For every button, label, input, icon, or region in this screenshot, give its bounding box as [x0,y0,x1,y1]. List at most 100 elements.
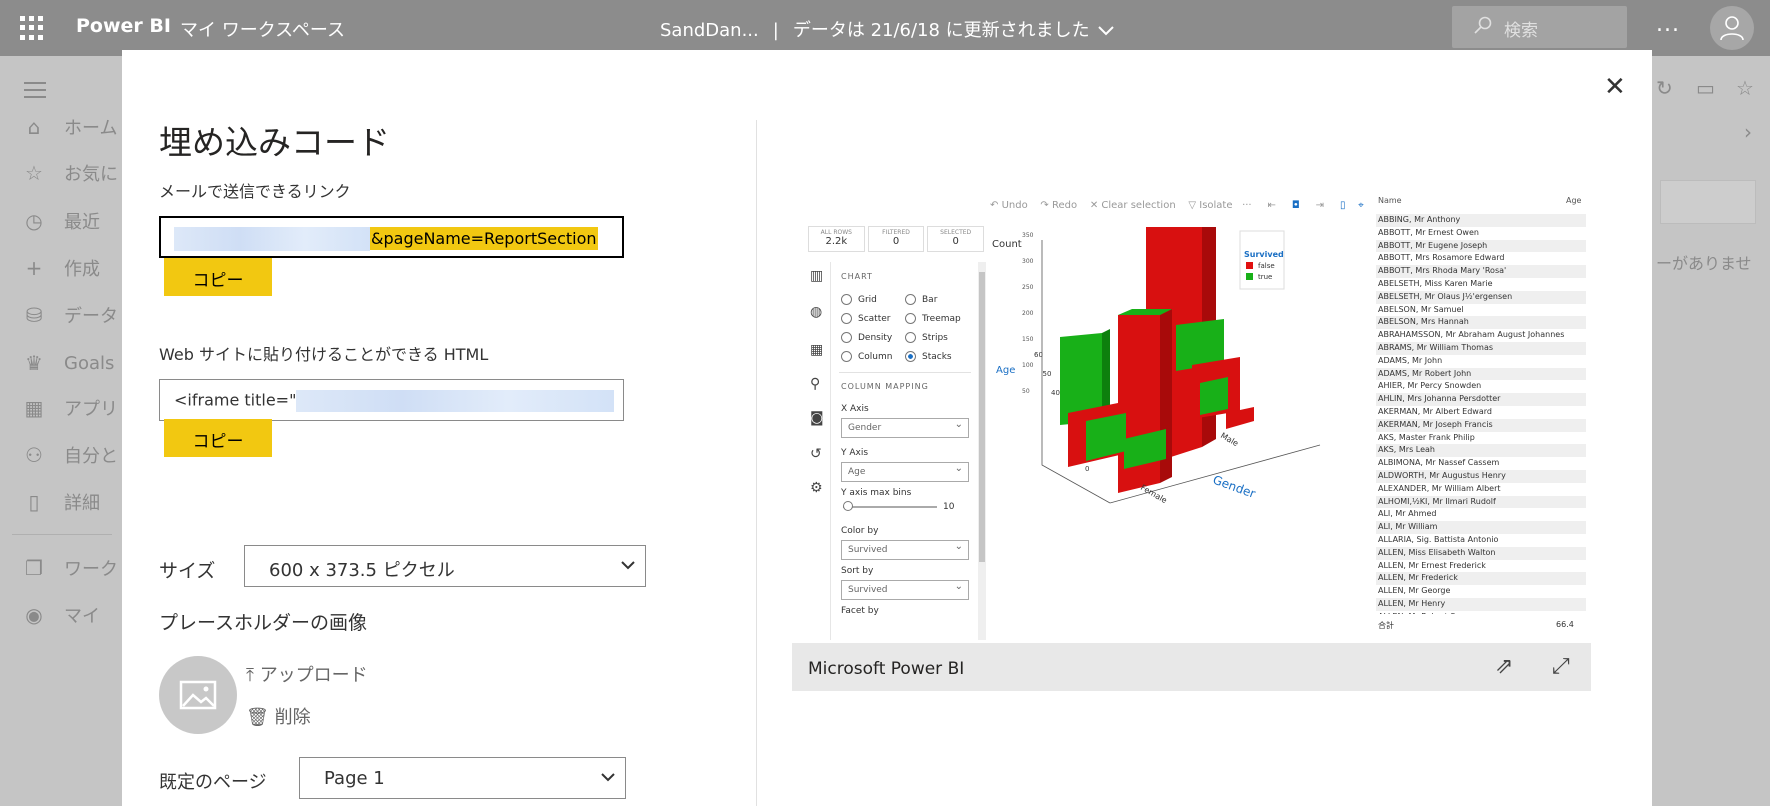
app-launcher-icon[interactable] [20,16,44,40]
radio-grid[interactable]: Grid [841,294,877,305]
list-row[interactable]: ALDWORTH, Mr Augustus Henry [1376,469,1586,483]
list-row[interactable]: ALBIMONA, Mr Nassef Cassem [1376,457,1586,470]
copy-html-button[interactable]: コピー [164,419,272,457]
list-row[interactable]: ABRAMS, Mr William Thomas [1376,341,1586,355]
hamburger-icon[interactable] [24,82,46,103]
list-row[interactable]: ALLEN, Miss Elisabeth Walton [1376,546,1586,560]
y-axis-select[interactable]: Age [841,462,969,482]
html-field[interactable]: <iframe title=" [159,379,624,421]
x-axis-select[interactable]: Gender [841,418,969,438]
workspace-name[interactable]: マイ ワークスペース [180,16,345,42]
list-row[interactable]: ABBOTT, Mr Ernest Owen [1376,227,1586,240]
search-input[interactable]: 検索 [1452,6,1627,48]
last-icon[interactable]: ⇥ [1316,200,1324,211]
delete-button[interactable]: 🗑 削除 [246,703,311,729]
nav-item-create[interactable]: + 作成 [22,255,100,281]
history-icon[interactable]: ↺ [810,446,822,462]
list-row[interactable]: AKS, Mrs Leah [1376,444,1586,458]
list-row[interactable]: ABBOTT, Mrs Rhoda Mary 'Rosa' [1376,265,1586,278]
list-row[interactable]: ALLEN, Mr Robert Spencer [1376,611,1586,614]
list-row[interactable]: ALLARIA, Sig. Battista Antonio [1376,534,1586,547]
list-row[interactable]: AHLIN, Mrs Johanna Persdotter [1376,393,1586,406]
list-row[interactable]: ABELSON, Mrs Hannah [1376,316,1586,330]
list-row[interactable]: ADAMS, Mr Robert John [1376,367,1586,381]
clear-selection-button[interactable]: ✕ Clear selection [1090,200,1176,211]
list-row[interactable]: ABBOTT, Mr Eugene Joseph [1376,239,1586,253]
list-row[interactable]: ABBOTT, Mrs Rosamore Edward [1376,252,1586,265]
settings-icon[interactable]: ⚙ [810,480,823,496]
fullscreen-icon[interactable]: ⤢ [1552,654,1570,679]
default-page-select[interactable]: Page 1 [299,757,626,799]
list-row[interactable]: AKERMAN, Mr Joseph Francis [1376,418,1586,432]
link-field[interactable]: &pageName=ReportSection [159,216,624,258]
list-row[interactable]: ALLEN, Mr Frederick [1376,572,1586,586]
radio-scatter[interactable]: Scatter [841,313,890,324]
report-header[interactable]: SandDan... | データは 21/6/18 に更新されました [660,16,1114,42]
more-options-icon[interactable]: ... [1656,12,1680,37]
chart-icon[interactable]: ▥ [810,268,823,284]
share-icon[interactable]: ⇗ [1495,654,1513,679]
nav-item-data[interactable]: ⛁ データ [22,302,118,328]
avatar[interactable] [1710,6,1754,50]
redo-button[interactable]: ↷ Redo [1040,200,1077,211]
list-row[interactable]: ALI, Mr Ahmed [1376,508,1586,521]
panel-scrollbar[interactable] [978,262,986,640]
table-icon[interactable]: ▦ [810,342,823,358]
list-row[interactable]: ALLEN, Mr Henry [1376,597,1586,611]
radio-strips[interactable]: Strips [905,332,948,343]
list-row[interactable]: ABELSETH, Mr Olaus J½'ergensen [1376,290,1586,304]
copy-link-button[interactable]: コピー [164,258,272,296]
isolate-button[interactable]: ▽ Isolate [1188,200,1232,211]
list-row[interactable]: ALI, Mr William [1376,521,1586,534]
stack-male-low-true[interactable] [1200,377,1228,415]
nav-item-goals[interactable]: ♛ Goals [22,351,114,375]
nav-item-my-workspace[interactable]: ◉ マイ [22,602,100,628]
list-row[interactable]: ADAMS, Mr John [1376,355,1586,368]
document-icon[interactable]: ▯ [1340,200,1346,211]
radio-treemap[interactable]: Treemap [905,313,961,324]
list-row[interactable]: ABELSETH, Miss Karen Marie [1376,278,1586,291]
undo-button[interactable]: ↶ Undo [990,200,1028,211]
upload-button[interactable]: ⤒ アップロード [246,661,368,687]
search-icon[interactable]: ⚲ [810,376,820,392]
data-list[interactable]: ABBING, Mr Anthony ABBOTT, Mr Ernest Owen… [1376,214,1586,614]
nav-item-shared[interactable]: ⚇ 自分と [22,442,118,468]
first-icon[interactable]: ⇤ [1268,200,1276,211]
name-column-header[interactable]: Name [1378,196,1402,205]
list-row[interactable]: AHIER, Mr Percy Snowden [1376,380,1586,393]
list-row[interactable]: ALHOMI,½KI, Mr Ilmari Rudolf [1376,495,1586,509]
brand-name[interactable]: Power BI [76,15,171,37]
close-icon[interactable]: ✕ [1604,72,1626,102]
list-row[interactable]: ALLEN, Mr George [1376,585,1586,598]
bins-slider[interactable] [843,506,937,508]
list-row[interactable]: ABRAHAMSSON, Mr Abraham August Johannes [1376,329,1586,342]
list-row[interactable]: ALLEN, Mr Ernest Frederick [1376,560,1586,573]
age-column-header[interactable]: Age [1566,196,1581,205]
sort-by-select[interactable]: Survived [841,580,969,600]
chevron-down-icon[interactable] [1097,20,1114,41]
radio-bar[interactable]: Bar [905,294,937,305]
nav-item-favorites[interactable]: ☆ お気に [22,160,118,186]
camera-icon[interactable]: ◘ [1292,200,1300,211]
stacks-chart[interactable]: Count 35030025020015010050 6050403020100… [990,215,1366,635]
size-select[interactable]: 600 x 373.5 ピクセル [244,545,646,587]
nav-item-home[interactable]: ⌂ ホーム [22,114,118,140]
nav-item-learn[interactable]: ▯ 詳細 [22,489,100,515]
nav-item-workspaces[interactable]: ❐ ワーク [22,555,118,581]
list-row[interactable]: ABBING, Mr Anthony [1376,214,1586,227]
list-row[interactable]: ALEXANDER, Mr William Albert [1376,483,1586,496]
nav-item-apps[interactable]: ▦ アプリ [22,395,118,421]
list-row[interactable]: AKS, Master Frank Philip [1376,432,1586,445]
radio-density[interactable]: Density [841,332,892,343]
radio-column[interactable]: Column [841,351,892,362]
snapshot-icon[interactable]: ◙ [810,410,824,426]
color-by-select[interactable]: Survived [841,540,969,560]
radio-stacks[interactable]: Stacks [905,351,952,362]
nav-item-recent[interactable]: ◷ 最近 [22,208,100,234]
bins-slider-handle[interactable] [843,501,853,511]
list-row[interactable]: ABELSON, Mr Samuel [1376,304,1586,317]
list-row[interactable]: AKERMAN, Mr Albert Edward [1376,406,1586,419]
palette-icon[interactable]: ◍ [810,304,822,320]
target-icon[interactable]: ⌖ [1358,200,1364,211]
more-button[interactable]: ··· [1242,200,1252,211]
